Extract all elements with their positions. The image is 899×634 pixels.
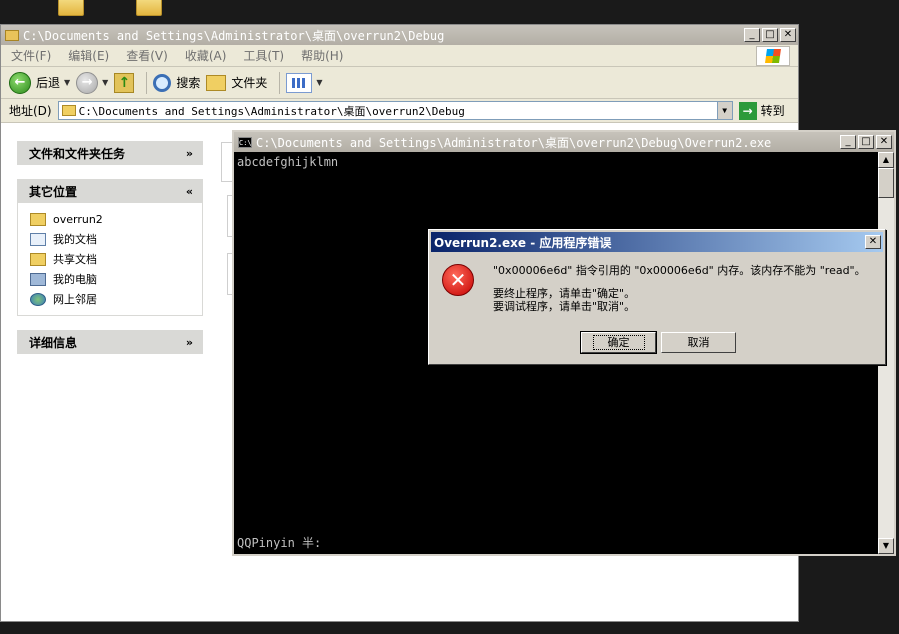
search-label: 搜索 (176, 76, 201, 90)
place-label: 我的文档 (53, 233, 97, 246)
toolbar-separator (279, 71, 281, 94)
folder-icon (30, 252, 46, 266)
place-label: 网上邻居 (53, 293, 97, 306)
back-arrow-icon: ← (9, 71, 31, 94)
explorer-title: C:\Documents and Settings\Administrator\… (23, 28, 445, 43)
place-label: 我的电脑 (53, 273, 97, 286)
ok-button[interactable]: 确定 (580, 331, 657, 354)
menu-favorites[interactable]: 收藏(A) (185, 47, 227, 64)
menu-bar: 文件(F) 编辑(E) 查看(V) 收藏(A) 工具(T) 帮助(H) (1, 45, 798, 67)
error-dialog: Overrun2.exe - 应用程序错误 ✕ ✕ "0x00006e6d" 指… (428, 229, 886, 365)
menu-tools[interactable]: 工具(T) (243, 47, 284, 64)
chevron-down-icon[interactable]: » (186, 147, 193, 160)
go-label: 转到 (760, 104, 785, 118)
tasks-panel-title: 文件和文件夹任务 (29, 146, 126, 161)
up-folder-button[interactable]: ↑ (114, 72, 135, 93)
place-label: overrun2 (53, 212, 103, 226)
maximize-button[interactable]: □ (858, 135, 874, 149)
back-label: 后退 (36, 76, 61, 90)
address-label: 地址(D) (9, 104, 52, 118)
minimize-button[interactable]: _ (840, 135, 856, 149)
chevron-down-icon[interactable]: ▼ (102, 78, 108, 87)
minimize-button[interactable]: _ (744, 28, 760, 42)
close-button[interactable]: ✕ (865, 235, 881, 249)
place-item-my-documents[interactable]: 我的文档 (30, 229, 202, 249)
place-item-overrun2[interactable]: overrun2 (30, 209, 202, 229)
menu-edit[interactable]: 编辑(E) (68, 47, 109, 64)
other-places-list: overrun2 我的文档 共享文档 我的电脑 网上邻居 (17, 203, 203, 316)
close-button[interactable]: ✕ (780, 28, 796, 42)
documents-icon (30, 232, 46, 246)
dialog-title-bar[interactable]: Overrun2.exe - 应用程序错误 ✕ (431, 232, 883, 252)
console-title-bar[interactable]: C:\ C:\Documents and Settings\Administra… (234, 132, 894, 152)
chevron-down-icon[interactable]: » (186, 336, 193, 349)
close-button[interactable]: ✕ (876, 135, 892, 149)
error-instruction-cancel: 要调试程序，请单击"取消"。 (493, 300, 636, 313)
forward-arrow-icon: → (76, 71, 99, 94)
chevron-down-icon[interactable]: ▼ (716, 102, 732, 119)
toolbar-separator (146, 71, 148, 94)
console-output: abcdefghijklmn (237, 155, 339, 169)
error-message: "0x00006e6d" 指令引用的 "0x00006e6d" 内存。该内存不能… (493, 264, 866, 277)
other-places-panel: 其它位置 « overrun2 我的文档 共享文档 我的电脑 网上邻居 (17, 179, 203, 316)
computer-icon (30, 272, 46, 286)
other-places-title: 其它位置 (29, 184, 78, 199)
folder-icon (61, 105, 76, 116)
menu-view[interactable]: 查看(V) (126, 47, 168, 64)
toolbar: ← 后退 ▼ → ▼ ↑ 搜索 文件夹 ▼ (1, 67, 798, 99)
dialog-title: Overrun2.exe - 应用程序错误 (434, 235, 612, 250)
forward-button[interactable]: → ▼ (76, 71, 108, 94)
console-icon: C:\ (238, 136, 252, 148)
address-bar: 地址(D) C:\Documents and Settings\Administ… (1, 99, 798, 123)
menu-help[interactable]: 帮助(H) (301, 47, 343, 64)
other-places-header[interactable]: 其它位置 « (17, 179, 203, 203)
ime-status: QQPinyin 半: (237, 536, 322, 550)
scroll-thumb[interactable] (878, 168, 894, 198)
desktop-icon[interactable] (58, 0, 84, 16)
chevron-down-icon[interactable]: ▼ (64, 78, 70, 87)
task-pane: 文件和文件夹任务 » 其它位置 « overrun2 我的文档 共享文档 我的电… (1, 125, 219, 621)
go-button[interactable]: → 转到 (738, 101, 785, 120)
search-icon (153, 73, 172, 92)
place-item-network[interactable]: 网上邻居 (30, 289, 202, 309)
details-panel-header[interactable]: 详细信息 » (17, 330, 203, 354)
explorer-title-bar[interactable]: C:\Documents and Settings\Administrator\… (1, 25, 798, 45)
folder-icon (5, 29, 19, 41)
place-item-my-computer[interactable]: 我的电脑 (30, 269, 202, 289)
details-panel: 详细信息 » (17, 330, 203, 354)
folder-icon (30, 212, 46, 226)
menu-file[interactable]: 文件(F) (11, 47, 51, 64)
scroll-down-icon[interactable]: ▼ (878, 538, 894, 554)
scroll-up-icon[interactable]: ▲ (878, 152, 894, 168)
tasks-panel: 文件和文件夹任务 » (17, 141, 203, 165)
folders-button[interactable]: 文件夹 (206, 74, 267, 91)
place-label: 共享文档 (53, 253, 97, 266)
views-icon (286, 72, 313, 93)
up-folder-icon: ↑ (114, 72, 135, 93)
back-button[interactable]: ← 后退 ▼ (9, 71, 70, 94)
details-panel-title: 详细信息 (29, 335, 78, 350)
place-item-shared-documents[interactable]: 共享文档 (30, 249, 202, 269)
windows-logo-icon (756, 46, 790, 66)
cancel-button[interactable]: 取消 (661, 332, 736, 353)
maximize-button[interactable]: □ (762, 28, 778, 42)
address-value: C:\Documents and Settings\Administrator\… (78, 104, 465, 118)
desktop-icon[interactable] (136, 0, 162, 16)
cancel-label: 取消 (687, 336, 710, 349)
folder-icon (206, 74, 227, 91)
tasks-panel-header[interactable]: 文件和文件夹任务 » (17, 141, 203, 165)
console-title: C:\Documents and Settings\Administrator\… (256, 135, 772, 150)
chevron-down-icon[interactable]: ▼ (316, 78, 322, 87)
search-button[interactable]: 搜索 (153, 73, 201, 92)
go-arrow-icon: → (738, 101, 757, 120)
chevron-up-icon[interactable]: « (186, 185, 193, 198)
address-input[interactable]: C:\Documents and Settings\Administrator\… (57, 101, 733, 120)
network-icon (30, 292, 46, 306)
folders-label: 文件夹 (231, 76, 268, 90)
error-icon: ✕ (442, 264, 474, 296)
ok-label: 确定 (592, 335, 645, 350)
views-button[interactable]: ▼ (286, 72, 323, 93)
